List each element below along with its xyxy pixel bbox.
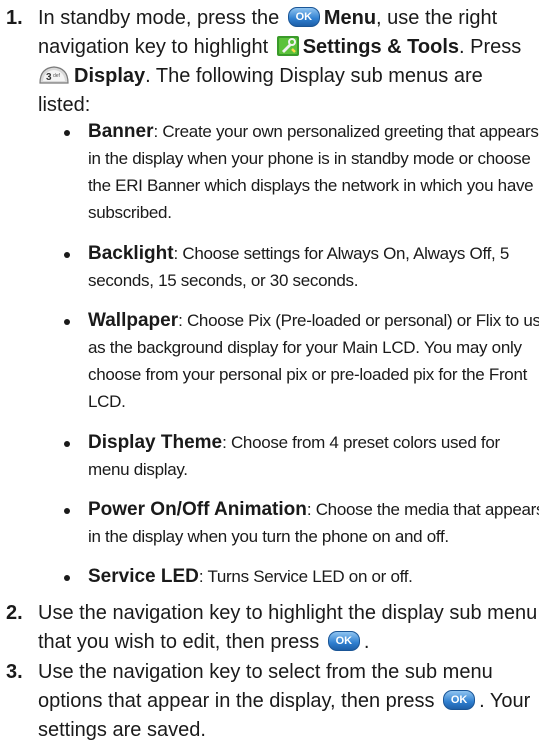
- bullet-dot: [64, 319, 70, 325]
- key-3-label: 3: [46, 72, 52, 83]
- menu-label: Menu: [323, 7, 377, 29]
- ok-key-icon: OK: [327, 631, 360, 651]
- ok-key-icon: OK: [287, 7, 320, 27]
- step-1-line-1: In standby mode, press the: [38, 7, 280, 29]
- step-1-line-1-end: , use the right: [376, 7, 498, 29]
- step-number: 2.: [6, 602, 23, 624]
- bullet-dot: [64, 130, 70, 136]
- step-1: 1. In standby mode, press the OK Menu, us…: [0, 4, 530, 116]
- settings-tools-icon: [276, 36, 299, 56]
- ok-key-label: OK: [295, 11, 313, 23]
- step-3-line-3: settings are saved.: [38, 719, 206, 741]
- bullet-dot: [64, 575, 70, 581]
- step-1-line-2-end: . Press: [459, 36, 522, 58]
- step-2-line-1: Use the navigation key to highlight the …: [38, 602, 538, 624]
- ok-key-label: OK: [450, 694, 468, 706]
- step-text: In standby mode, press the OK Menu, use t…: [38, 4, 526, 120]
- ok-key-label: OK: [335, 635, 353, 647]
- step-2: 2. Use the navigation key to highlight t…: [0, 599, 538, 657]
- bullet-title: Wallpaper: [88, 310, 179, 331]
- step-text: Use the navigation key to highlight the …: [38, 599, 538, 657]
- step-1-line-2: navigation key to highlight: [38, 36, 269, 58]
- bullet-title: Service LED: [88, 566, 199, 587]
- step-3: 3. Use the navigation key to select from…: [0, 658, 530, 742]
- step-2-line-2: that you wish to edit, then press: [38, 631, 320, 653]
- bullet-title: Banner: [88, 121, 154, 142]
- step-3-line-2: options that appear in the display, then…: [38, 690, 435, 712]
- settings-tools-label: Settings & Tools: [302, 36, 460, 58]
- bullet-dot: [64, 252, 70, 258]
- key-3-icon: 3 def: [39, 66, 69, 84]
- bullet-title: Power On/Off Animation: [88, 499, 307, 520]
- step-1-line-4: listed:: [38, 94, 91, 116]
- svg-text:def: def: [53, 73, 61, 79]
- bullet-title: Display Theme: [88, 432, 223, 453]
- ok-key-icon: OK: [443, 690, 476, 710]
- bullet-dot: [64, 441, 70, 447]
- step-text: Use the navigation key to select from th…: [38, 658, 530, 745]
- bullet-title: Backlight: [88, 243, 174, 264]
- step-number: 1.: [6, 7, 23, 29]
- step-number: 3.: [6, 661, 23, 683]
- step-1-line-3-end: . The following Display sub menus are: [145, 65, 483, 87]
- step-3-line-1: Use the navigation key to select from th…: [38, 661, 493, 683]
- display-label: Display: [74, 65, 146, 87]
- bullet-dot: [64, 508, 70, 514]
- manual-page: 1. In standby mode, press the OK Menu, us…: [0, 0, 539, 742]
